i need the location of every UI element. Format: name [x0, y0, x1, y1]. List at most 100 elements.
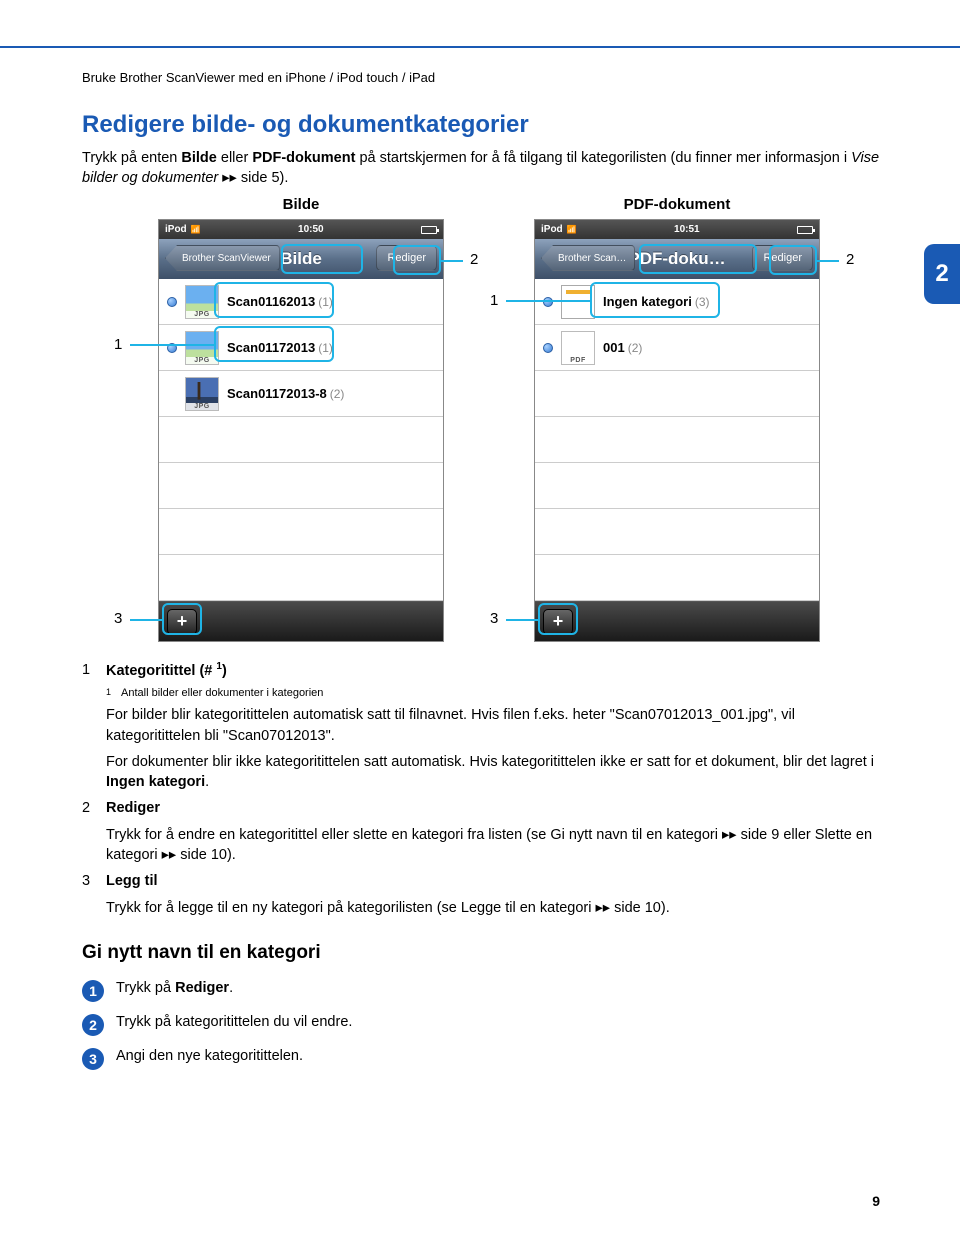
- battery-icon: [797, 226, 813, 234]
- file-ext: JPG: [186, 403, 218, 410]
- legend-num: 2: [82, 798, 98, 818]
- pdf-screen-column: PDF-dokument iPod 10:51 Brother Scan… PD…: [534, 196, 820, 642]
- legend-title: ): [222, 663, 227, 679]
- callout-line: [130, 344, 214, 346]
- status-time: 10:51: [674, 224, 700, 235]
- callout-box-edit: [769, 245, 817, 275]
- callout-label-2: 2: [846, 251, 854, 268]
- list-empty-row: [535, 463, 819, 509]
- legend-italic: Gi nytt navn til en kategori: [550, 827, 718, 843]
- callout-label-1: 1: [490, 292, 498, 309]
- intro-paragraph: Trykk på enten Bilde eller PDF-dokument …: [82, 149, 880, 188]
- step-3: 3 Angi den nye kategoritittelen.: [82, 1048, 880, 1070]
- battery-icon: [421, 226, 437, 234]
- intro-bold-pdf: PDF-dokument: [252, 150, 355, 166]
- step-number-badge: 1: [82, 980, 104, 1002]
- category-count: (2): [628, 341, 643, 355]
- legend-text: Trykk for å legge til en ny kategori på …: [106, 900, 461, 916]
- callout-line: [441, 260, 463, 262]
- intro-text: på startskjermen for å få tilgang til ka…: [355, 150, 851, 166]
- page-number: 9: [872, 1193, 880, 1209]
- callout-label-3: 3: [114, 610, 122, 627]
- breadcrumb: Bruke Brother ScanViewer med en iPhone /…: [82, 70, 880, 85]
- legend-italic: Legge til en kategori: [461, 900, 592, 916]
- footnote-num: 1: [106, 687, 111, 699]
- callout-line: [130, 619, 162, 621]
- list-item[interactable]: PDF 001(2): [535, 325, 819, 371]
- category-name: 001: [603, 340, 625, 355]
- callout-label-3: 3: [490, 610, 498, 627]
- list-empty-row: [535, 371, 819, 417]
- status-bar: iPod 10:51: [535, 220, 819, 239]
- bilde-screen-column: Bilde iPod 10:50 Brother ScanViewer Bild…: [158, 196, 444, 642]
- status-time: 10:50: [298, 224, 324, 235]
- side-chapter-tab: 2: [924, 244, 960, 304]
- callout-label-1: 1: [114, 336, 122, 353]
- step-1: 1 Trykk på Rediger.: [82, 980, 880, 1002]
- step-text: Trykk på kategoritittelen du vil endre.: [116, 1014, 352, 1030]
- list-empty-row: [535, 417, 819, 463]
- legend-bold: Ingen kategori: [106, 774, 205, 790]
- category-name: Scan01172013-8: [227, 386, 327, 401]
- steps-list: 1 Trykk på Rediger. 2 Trykk på kategorit…: [82, 980, 880, 1070]
- step-text: Angi den nye kategoritittelen.: [116, 1048, 303, 1064]
- legend-item-1: 1 Kategoritittel (# 1): [82, 660, 880, 681]
- device-label: iPod: [165, 224, 187, 235]
- callout-line: [817, 260, 839, 262]
- thumbnail: JPG: [185, 377, 219, 411]
- step-text: Trykk på: [116, 980, 175, 996]
- unread-dot-icon: [543, 297, 553, 307]
- callout-line: [506, 300, 590, 302]
- subsection-heading: Gi nytt navn til en kategori: [82, 942, 880, 964]
- legend-text: For dokumenter blir ikke kategoritittele…: [106, 754, 874, 770]
- pdf-header: PDF-dokument: [534, 196, 820, 213]
- file-ext: JPG: [186, 357, 218, 364]
- list-empty-row: [159, 463, 443, 509]
- file-ext: PDF: [562, 357, 594, 364]
- legend: 1 Kategoritittel (# 1) 1 Antall bilder e…: [82, 660, 880, 918]
- thumbnail: PDF: [561, 331, 595, 365]
- category-count: (2): [330, 387, 345, 401]
- list-empty-row: [159, 509, 443, 555]
- list-item[interactable]: JPG Scan01172013-8(2): [159, 371, 443, 417]
- bilde-header: Bilde: [158, 196, 444, 213]
- legend-text: side 10).: [176, 847, 236, 863]
- unread-dot-icon: [543, 343, 553, 353]
- callout-box-row1: [214, 282, 334, 318]
- legend-item-3: 3 Legg til: [82, 871, 880, 891]
- list-empty-row: [535, 509, 819, 555]
- intro-text: Trykk på enten: [82, 150, 181, 166]
- callout-line: [506, 619, 538, 621]
- callout-box-plus: [162, 603, 202, 635]
- device-label: iPod: [541, 224, 563, 235]
- callout-label-2: 2: [470, 251, 478, 268]
- back-button[interactable]: Brother Scan…: [541, 245, 635, 271]
- legend-text: side 10).: [610, 900, 670, 916]
- status-bar: iPod 10:50: [159, 220, 443, 239]
- step-bold: Rediger: [175, 980, 229, 996]
- legend-text: .: [205, 774, 209, 790]
- callout-box-plus: [538, 603, 578, 635]
- step-number-badge: 2: [82, 1014, 104, 1036]
- step-number-badge: 3: [82, 1048, 104, 1070]
- unread-dot-icon: [167, 297, 177, 307]
- legend-num: 1: [82, 660, 98, 681]
- legend-item-2: 2 Rediger: [82, 798, 880, 818]
- intro-bold-bilde: Bilde: [181, 150, 216, 166]
- screenshots-row: Bilde iPod 10:50 Brother ScanViewer Bild…: [158, 196, 880, 642]
- back-button[interactable]: Brother ScanViewer: [165, 245, 280, 271]
- callout-box-row2: [214, 326, 334, 362]
- footnote: 1 Antall bilder eller dokumenter i kateg…: [106, 687, 880, 699]
- legend-paragraph: Trykk for å legge til en ny kategori på …: [106, 898, 880, 918]
- intro-text: eller: [217, 150, 252, 166]
- double-arrow-icon: ▸▸: [222, 170, 237, 186]
- callout-box-row1: [590, 282, 720, 318]
- list-empty-row: [159, 555, 443, 601]
- section-heading: Redigere bilde- og dokumentkategorier: [82, 111, 880, 139]
- wifi-icon: [567, 224, 577, 235]
- legend-paragraph: For bilder blir kategoritittelen automat…: [106, 705, 880, 746]
- category-list: Ingen kategori(3) PDF 001(2): [535, 279, 819, 601]
- legend-title: Legg til: [106, 873, 158, 889]
- legend-paragraph: Trykk for å endre en kategoritittel elle…: [106, 825, 880, 866]
- double-arrow-icon: ▸▸: [596, 900, 611, 916]
